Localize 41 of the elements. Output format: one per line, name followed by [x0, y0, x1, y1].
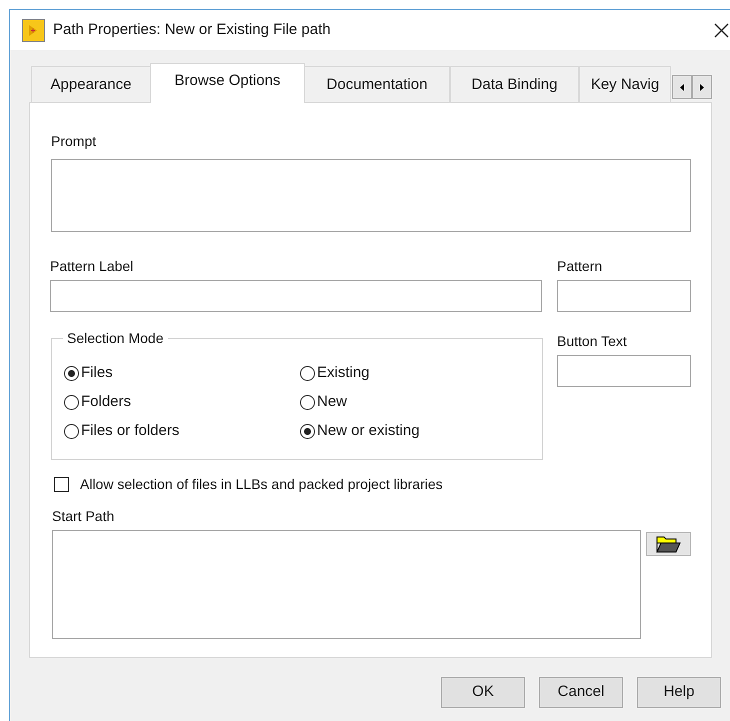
tab[interactable]: Documentation: [304, 66, 450, 103]
left-arrow-icon: [680, 84, 684, 90]
start-path-field[interactable]: [52, 530, 641, 639]
tab[interactable]: Key Navig: [579, 66, 671, 103]
dialog-button[interactable]: Cancel: [539, 677, 623, 708]
scroll-right-button[interactable]: [692, 75, 712, 99]
radio-label: Files or folders: [81, 420, 180, 441]
radio-label: Existing: [317, 362, 370, 383]
checkbox[interactable]: [54, 476, 69, 492]
tab[interactable]: Browse Options: [150, 63, 305, 103]
close-icon[interactable]: [714, 22, 729, 38]
field-label: Button Text: [557, 332, 628, 351]
radio-button[interactable]: [64, 366, 79, 380]
radio-button[interactable]: [300, 424, 315, 438]
tab[interactable]: Appearance: [31, 66, 151, 103]
pattern-label-field[interactable]: [50, 280, 542, 312]
field-label: Pattern: [557, 257, 604, 276]
dialog-button[interactable]: OK: [441, 677, 525, 708]
right-arrow-icon: [700, 84, 704, 90]
browse-button[interactable]: [646, 532, 691, 556]
dialog-button[interactable]: Help: [637, 677, 721, 708]
folder-icon: [656, 536, 681, 552]
prompt-field[interactable]: [51, 159, 691, 232]
field-label: Prompt: [51, 132, 98, 151]
radio-label: Files: [81, 362, 113, 383]
app-icon: [22, 18, 45, 42]
radio-label: New or existing: [317, 420, 420, 441]
radio-button[interactable]: [64, 394, 79, 410]
radio-label: New: [317, 392, 348, 412]
radio-button[interactable]: [64, 424, 79, 438]
field-label: Pattern Label: [50, 257, 134, 276]
radio-button[interactable]: [300, 366, 315, 380]
tab[interactable]: Data Binding: [450, 66, 579, 103]
checkbox-label: Allow selection of files in LLBs and packed project libraries: [80, 475, 443, 494]
button-text-field[interactable]: [557, 355, 691, 387]
window-title: Path Properties: New or Existing File path: [53, 20, 331, 40]
scroll-left-button[interactable]: [672, 75, 692, 99]
pattern-field[interactable]: [557, 280, 691, 312]
field-label: Start Path: [52, 507, 116, 526]
radio-label: Folders: [81, 392, 132, 412]
radio-button[interactable]: [300, 394, 315, 410]
